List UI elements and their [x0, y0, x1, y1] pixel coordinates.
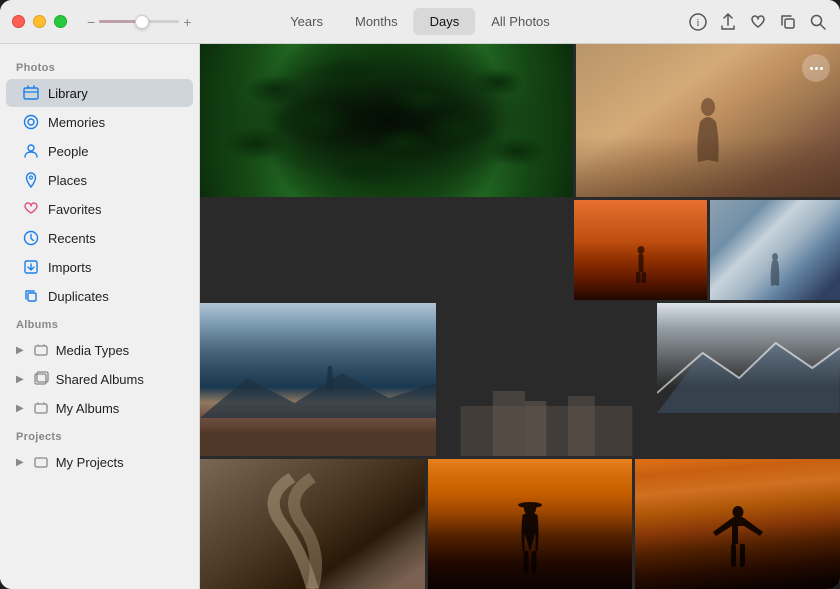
sidebar: Photos Library — [0, 44, 200, 589]
minimize-button[interactable] — [33, 15, 46, 28]
sidebar-item-memories-label: Memories — [48, 115, 105, 130]
photo-snowy-mountains[interactable] — [657, 303, 840, 456]
sidebar-item-places[interactable]: Places — [6, 166, 193, 194]
tab-years[interactable]: Years — [274, 8, 339, 35]
photo-forest-spacer — [200, 200, 571, 300]
sidebar-group-shared-albums[interactable]: ▶ Shared Albums — [6, 365, 193, 393]
sidebar-item-recents[interactable]: Recents — [6, 224, 193, 252]
my-projects-icon — [32, 453, 50, 471]
photo-castle[interactable] — [439, 303, 654, 456]
zoom-plus-icon[interactable]: + — [183, 15, 191, 29]
zoom-slider-container: − + — [87, 15, 191, 29]
sidebar-item-recents-label: Recents — [48, 231, 96, 246]
sidebar-item-people-label: People — [48, 144, 88, 159]
chevron-right-icon3: ▶ — [16, 403, 24, 414]
photo-row-3 — [200, 459, 840, 589]
chevron-right-icon4: ▶ — [16, 457, 24, 468]
tab-months[interactable]: Months — [339, 8, 414, 35]
tab-bar: Years Months Days All Photos — [274, 8, 566, 35]
sidebar-item-memories[interactable]: Memories — [6, 108, 193, 136]
more-dots — [810, 67, 823, 70]
sidebar-item-library-label: Library — [48, 86, 88, 101]
sidebar-section-projects: Projects — [0, 423, 199, 447]
more-options-button[interactable] — [802, 54, 830, 82]
sidebar-item-favorites-label: Favorites — [48, 202, 101, 217]
photo-row-1 — [200, 44, 840, 197]
my-albums-icon — [32, 399, 50, 417]
photo-girl[interactable] — [576, 44, 840, 197]
sidebar-item-duplicates-label: Duplicates — [48, 289, 109, 304]
memories-icon — [22, 113, 40, 131]
traffic-lights — [12, 15, 67, 28]
favorite-icon[interactable] — [748, 12, 768, 32]
photo-cliff-woman[interactable] — [710, 200, 840, 300]
places-icon — [22, 171, 40, 189]
info-icon[interactable]: i — [688, 12, 708, 32]
sidebar-section-albums: Albums — [0, 311, 199, 335]
zoom-slider[interactable] — [99, 20, 179, 23]
duplicate-icon[interactable] — [778, 12, 798, 32]
sidebar-group-media-types[interactable]: ▶ Media Types — [6, 336, 193, 364]
media-types-icon — [32, 341, 50, 359]
photo-forest[interactable] — [200, 44, 573, 197]
favorites-icon — [22, 200, 40, 218]
zoom-minus-icon[interactable]: − — [87, 15, 95, 29]
close-button[interactable] — [12, 15, 25, 28]
photo-woman-arms-spread[interactable] — [635, 459, 840, 589]
window: − + Years Months Days All Photos i — [0, 0, 840, 589]
sidebar-item-people[interactable]: People — [6, 137, 193, 165]
sidebar-group-my-projects-label: My Projects — [56, 455, 124, 470]
titlebar: − + Years Months Days All Photos i — [0, 0, 840, 44]
sidebar-item-places-label: Places — [48, 173, 87, 188]
photo-row-2 — [200, 303, 840, 456]
sidebar-item-favorites[interactable]: Favorites — [6, 195, 193, 223]
sidebar-group-media-types-label: Media Types — [56, 343, 129, 358]
sidebar-group-shared-albums-label: Shared Albums — [56, 372, 144, 387]
sidebar-item-duplicates[interactable]: Duplicates — [6, 282, 193, 310]
sidebar-section-photos: Photos — [0, 54, 199, 78]
share-icon[interactable] — [718, 12, 738, 32]
sidebar-group-my-albums[interactable]: ▶ My Albums — [6, 394, 193, 422]
main-layout: Photos Library — [0, 44, 840, 589]
photo-mountains-lake[interactable] — [200, 303, 436, 456]
zoom-controls: − + — [87, 15, 191, 29]
photo-row-1b — [200, 200, 840, 300]
imports-icon — [22, 258, 40, 276]
photo-woman-sunset[interactable] — [428, 459, 633, 589]
photo-winding-road[interactable] — [200, 459, 425, 589]
sidebar-group-my-albums-label: My Albums — [56, 401, 120, 416]
tab-days[interactable]: Days — [414, 8, 476, 35]
shared-albums-icon — [32, 370, 50, 388]
svg-text:i: i — [697, 18, 700, 29]
sidebar-item-imports[interactable]: Imports — [6, 253, 193, 281]
sidebar-item-imports-label: Imports — [48, 260, 91, 275]
photo-sunset-couple[interactable] — [574, 200, 707, 300]
sidebar-item-library[interactable]: Library — [6, 79, 193, 107]
chevron-right-icon: ▶ — [16, 345, 24, 356]
duplicates-icon — [22, 287, 40, 305]
library-icon — [22, 84, 40, 102]
chevron-right-icon2: ▶ — [16, 374, 24, 385]
photos-content — [200, 44, 840, 589]
titlebar-actions: i — [688, 12, 828, 32]
search-icon[interactable] — [808, 12, 828, 32]
tab-all-photos[interactable]: All Photos — [475, 8, 566, 35]
maximize-button[interactable] — [54, 15, 67, 28]
recents-icon — [22, 229, 40, 247]
sidebar-group-my-projects[interactable]: ▶ My Projects — [6, 448, 193, 476]
people-icon — [22, 142, 40, 160]
